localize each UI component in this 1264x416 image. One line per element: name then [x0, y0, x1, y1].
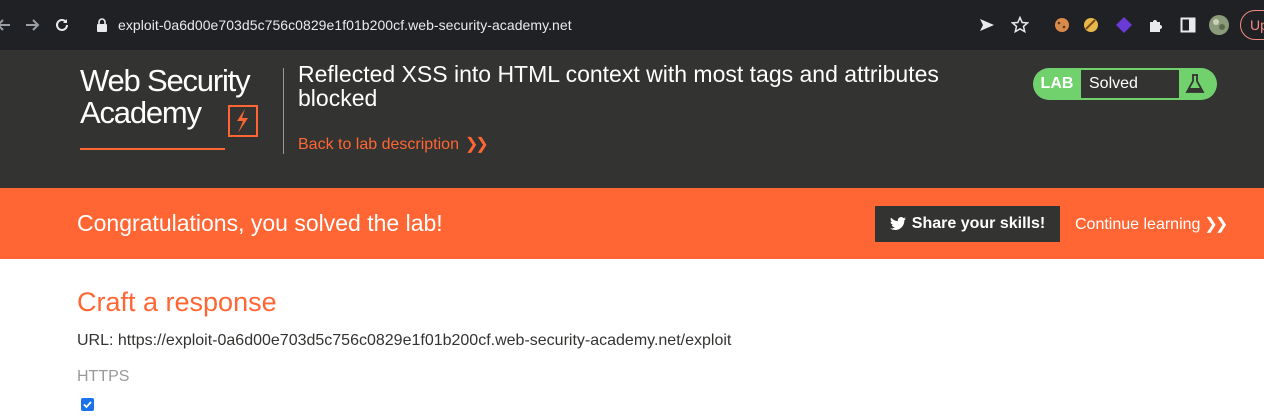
url-text: exploit-0a6d00e703d5c756c0829e1f01b200cf…: [118, 17, 572, 33]
logo-line1: Web Security: [80, 63, 251, 98]
cookie-extension-icon-2[interactable]: [1080, 14, 1102, 36]
reload-icon[interactable]: [50, 13, 74, 37]
continue-learning-link[interactable]: Continue learning ❯❯: [1075, 214, 1228, 234]
solved-banner: Congratulations, you solved the lab! Sha…: [0, 188, 1264, 259]
academy-lightning-icon: [228, 105, 258, 137]
address-bar[interactable]: exploit-0a6d00e703d5c756c0829e1f01b200cf…: [84, 8, 958, 42]
browser-toolbar: exploit-0a6d00e703d5c756c0829e1f01b200cf…: [0, 0, 1264, 50]
academy-header: Web Security Academy Reflected XSS into …: [0, 50, 1264, 188]
congratulations-message: Congratulations, you solved the lab!: [77, 210, 443, 236]
lab-status-widget: LAB Solved: [1033, 68, 1217, 100]
profile-avatar-icon[interactable]: [1208, 14, 1230, 36]
share-skills-label: Share your skills!: [911, 215, 1046, 232]
web-security-academy-logo[interactable]: Web Security Academy: [80, 63, 280, 150]
purple-extension-icon[interactable]: [1113, 14, 1135, 36]
cookie-extension-icon[interactable]: [1051, 14, 1073, 36]
lab-title: Reflected XSS into HTML context with mos…: [298, 61, 939, 111]
back-arrow-icon[interactable]: [0, 13, 16, 37]
logo-underline: [80, 148, 225, 150]
logo-line2: Academy: [80, 95, 202, 130]
lab-badge: LAB: [1040, 75, 1074, 92]
double-chevron-right-icon: ❯❯: [464, 136, 489, 153]
star-icon[interactable]: [1009, 14, 1031, 36]
header-divider: [283, 68, 284, 154]
send-icon[interactable]: [976, 14, 998, 36]
lock-icon: [96, 18, 108, 37]
share-skills-button[interactable]: Share your skills!: [875, 206, 1060, 242]
exploit-server-content: Craft a response URL: https://exploit-0a…: [0, 259, 1264, 416]
double-chevron-right-icon: ❯❯: [1204, 216, 1228, 233]
puzzle-extensions-icon[interactable]: [1145, 14, 1167, 36]
back-to-lab-link[interactable]: Back to lab description ❯❯: [298, 134, 489, 154]
https-checkbox[interactable]: [81, 398, 94, 411]
exploit-url: URL: https://exploit-0a6d00e703d5c756c08…: [77, 332, 732, 349]
flask-icon: [1183, 72, 1207, 96]
update-button[interactable]: Up: [1240, 10, 1264, 40]
back-to-lab-label: Back to lab description: [298, 136, 459, 153]
checkmark-icon: [83, 401, 92, 409]
forward-arrow-icon[interactable]: [20, 13, 44, 37]
craft-response-heading: Craft a response: [77, 287, 277, 317]
https-label: HTTPS: [77, 368, 130, 385]
lab-status-text: Solved: [1081, 70, 1179, 98]
continue-learning-label: Continue learning: [1075, 216, 1201, 233]
twitter-icon: [889, 217, 906, 230]
sidebar-icon[interactable]: [1177, 14, 1199, 36]
